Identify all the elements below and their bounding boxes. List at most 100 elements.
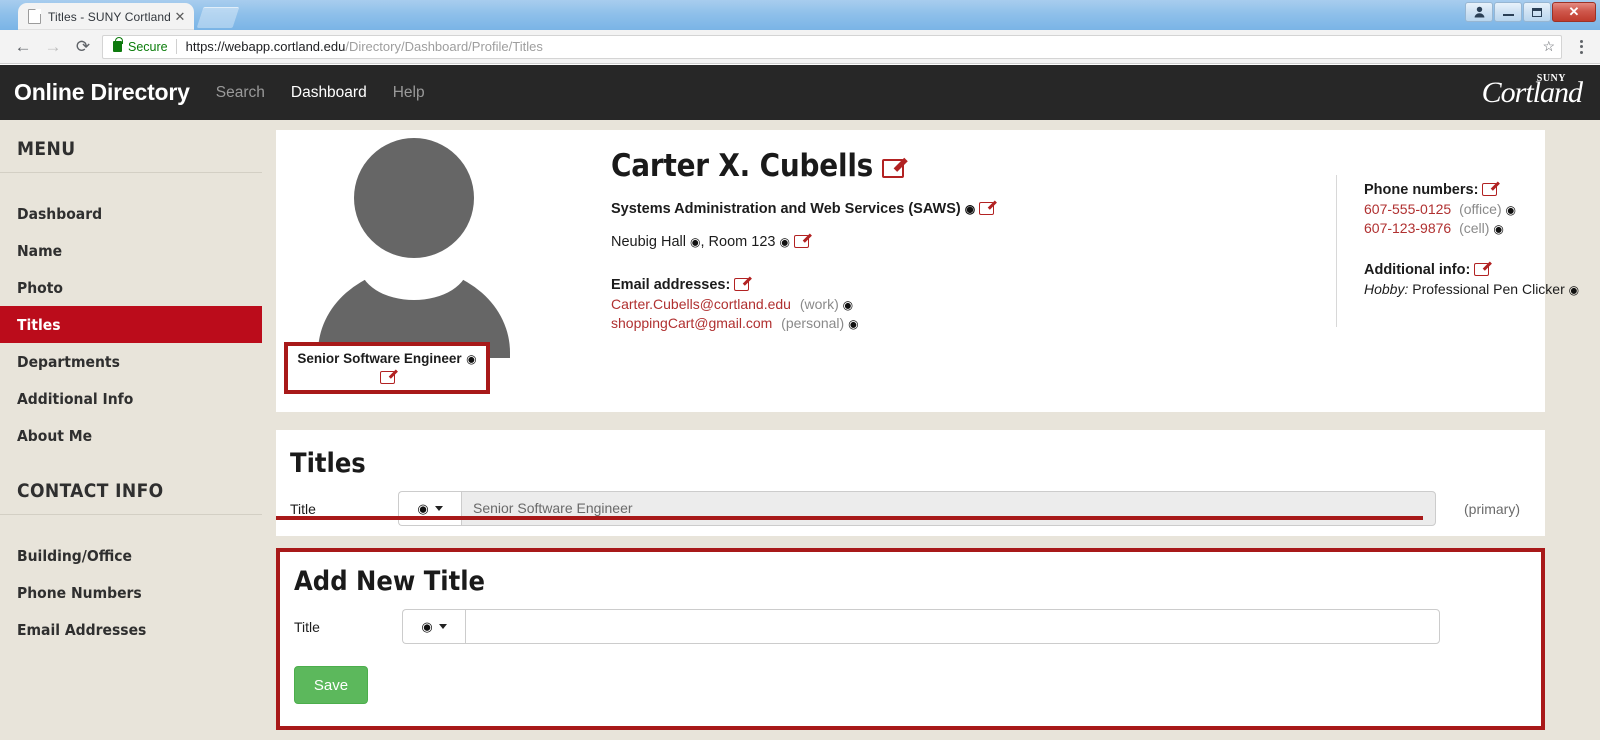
- nav-item-dashboard[interactable]: Dashboard: [291, 84, 367, 102]
- person-name-text: Carter X. Cubells: [611, 148, 874, 184]
- additional-info-heading: Additional info:: [1364, 262, 1600, 278]
- sidebar-item-name[interactable]: Name: [0, 232, 262, 269]
- profile-contact-column: Phone numbers: 607-555-0125 (office) ◉ 6…: [1364, 182, 1600, 297]
- phone-row: 607-555-0125 (office) ◉: [1364, 201, 1600, 217]
- room-label: Room: [708, 234, 748, 250]
- location-comma: ,: [700, 234, 705, 250]
- add-title-label: Title: [294, 618, 320, 635]
- reload-button[interactable]: ⟳: [68, 33, 98, 61]
- page-title: Carter X. Cubells: [611, 148, 1081, 184]
- title-badge-label: Senior Software Engineer: [297, 351, 462, 366]
- sidebar-item-titles[interactable]: Titles: [0, 306, 262, 343]
- phone-row: 607-123-9876 (cell) ◉: [1364, 220, 1600, 236]
- sidebar-item-phone-numbers[interactable]: Phone Numbers: [0, 574, 262, 611]
- window-controls: ✕: [1465, 2, 1596, 22]
- save-button[interactable]: Save: [294, 666, 368, 704]
- visibility-eye-icon[interactable]: ◉: [848, 317, 858, 331]
- room-number: 123: [751, 234, 776, 250]
- back-button[interactable]: ←: [8, 33, 38, 61]
- pencil-icon: [734, 278, 750, 291]
- add-new-title-heading: Add New Title: [294, 566, 486, 597]
- title-badge-annotation: Senior Software Engineer ◉: [284, 342, 490, 394]
- department-text: Systems Administration and Web Services …: [611, 201, 961, 217]
- edit-name-button[interactable]: [882, 148, 905, 184]
- profile-info: Carter X. Cubells Systems Administration…: [611, 148, 1081, 331]
- pencil-icon: [979, 202, 995, 215]
- visibility-eye-icon[interactable]: ◉: [1493, 222, 1503, 236]
- pencil-icon: [1482, 183, 1498, 196]
- edit-title-button[interactable]: [290, 369, 484, 387]
- browser-titlebar: Titles - SUNY Cortland O ✕ ✕: [0, 0, 1600, 30]
- sidebar-menu-heading: MENU: [17, 138, 76, 160]
- title-value-input[interactable]: Senior Software Engineer: [461, 491, 1436, 526]
- sidebar-item-additional-info[interactable]: Additional Info: [0, 380, 262, 417]
- department-line: Systems Administration and Web Services …: [611, 201, 1081, 217]
- sidebar-item-email-addresses[interactable]: Email Addresses: [0, 611, 262, 648]
- chevron-down-icon: [438, 624, 447, 629]
- forward-button[interactable]: →: [38, 33, 68, 61]
- sidebar-item-about-me[interactable]: About Me: [0, 417, 262, 454]
- nav-item-search[interactable]: Search: [216, 84, 265, 102]
- browser-tab[interactable]: Titles - SUNY Cortland O ✕: [18, 3, 194, 30]
- sidebar: MENU Dashboard Name Photo Titles Departm…: [0, 120, 262, 740]
- visibility-dropdown[interactable]: ◉: [398, 491, 461, 526]
- user-profile-button[interactable]: [1465, 2, 1493, 22]
- sidebar-item-dashboard[interactable]: Dashboard: [0, 195, 262, 232]
- logo-suny-sup: SUNY: [1536, 72, 1566, 84]
- visibility-eye-icon[interactable]: ◉: [1569, 283, 1579, 297]
- title-row: Title ◉ Senior Software Engineer (primar…: [276, 491, 1545, 526]
- add-visibility-dropdown[interactable]: ◉: [402, 609, 465, 644]
- close-window-button[interactable]: ✕: [1552, 2, 1596, 22]
- email-kind: (personal): [781, 315, 845, 331]
- avatar-head-shape: [354, 138, 474, 258]
- add-title-input[interactable]: [465, 609, 1440, 644]
- restore-icon: [1532, 7, 1542, 17]
- edit-emails-button[interactable]: [734, 277, 750, 293]
- main-content: Senior Software Engineer ◉ Carter X. Cub…: [262, 120, 1600, 740]
- edit-phones-button[interactable]: [1482, 182, 1498, 198]
- additional-info-heading-text: Additional info:: [1364, 262, 1471, 278]
- close-tab-icon[interactable]: ✕: [172, 9, 188, 25]
- avatar: [313, 138, 513, 358]
- email-address[interactable]: shoppingCart@gmail.com: [611, 315, 772, 331]
- url-path: /Directory/Dashboard/Profile/Titles: [345, 39, 543, 54]
- edit-location-button[interactable]: [794, 234, 810, 250]
- sidebar-item-building-office[interactable]: Building/Office: [0, 537, 262, 574]
- email-address[interactable]: Carter.Cubells@cortland.edu: [611, 296, 791, 312]
- titles-panel: Titles Title ◉ Senior Software Engineer …: [276, 430, 1545, 536]
- visibility-eye-icon[interactable]: ◉: [466, 352, 476, 366]
- url-text: https://webapp.cortland.edu/Directory/Da…: [186, 39, 543, 54]
- chrome-menu-icon[interactable]: [1570, 39, 1592, 54]
- visibility-eye-icon[interactable]: ◉: [843, 298, 853, 312]
- url-host: https://webapp.cortland.edu: [185, 39, 346, 54]
- emails-heading: Email addresses:: [611, 277, 1081, 293]
- maximize-window-button[interactable]: [1523, 2, 1551, 22]
- email-row: shoppingCart@gmail.com (personal) ◉: [611, 315, 1081, 331]
- bookmark-star-icon[interactable]: ☆: [1534, 38, 1555, 55]
- add-new-title-annotation: Add New Title Title ◉ Save: [276, 548, 1545, 730]
- minimize-window-button[interactable]: [1494, 2, 1522, 22]
- browser-toolbar: ← → ⟳ Secure https://webapp.cortland.edu…: [0, 30, 1600, 64]
- visibility-eye-icon[interactable]: ◉: [1506, 203, 1516, 217]
- visibility-eye-icon[interactable]: ◉: [965, 202, 975, 216]
- sidebar-item-photo[interactable]: Photo: [0, 269, 262, 306]
- visibility-eye-icon[interactable]: ◉: [690, 235, 700, 249]
- new-tab-button[interactable]: [196, 7, 240, 28]
- address-bar[interactable]: Secure https://webapp.cortland.edu/Direc…: [102, 34, 1562, 59]
- pencil-icon: [1474, 263, 1490, 276]
- phone-number[interactable]: 607-555-0125: [1364, 201, 1451, 217]
- visibility-eye-icon: ◉: [421, 618, 433, 634]
- site-nav: Search Dashboard Help: [216, 84, 425, 102]
- add-title-row: Title ◉: [280, 609, 1541, 644]
- emails-heading-text: Email addresses:: [611, 277, 731, 293]
- sidebar-item-departments[interactable]: Departments: [0, 343, 262, 380]
- site-brand[interactable]: Online Directory: [14, 79, 190, 106]
- visibility-eye-icon[interactable]: ◉: [780, 235, 790, 249]
- edit-department-button[interactable]: [979, 201, 995, 217]
- phone-number[interactable]: 607-123-9876: [1364, 220, 1451, 236]
- minimize-icon: [1502, 13, 1514, 16]
- edit-additional-info-button[interactable]: [1474, 262, 1490, 278]
- nav-item-help[interactable]: Help: [393, 84, 425, 102]
- phones-heading: Phone numbers:: [1364, 182, 1600, 198]
- phone-kind: (cell): [1459, 220, 1490, 236]
